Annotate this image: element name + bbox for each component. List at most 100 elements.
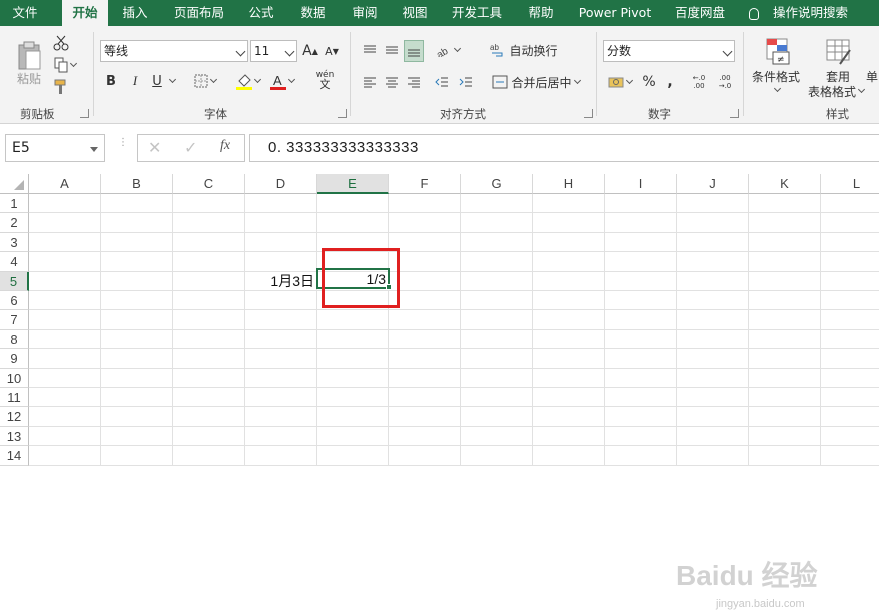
- copy-icon[interactable]: [52, 56, 78, 74]
- formula-input[interactable]: 0. 333333333333333: [249, 134, 879, 162]
- comma-style-button[interactable]: ,: [662, 72, 678, 92]
- worksheet-grid[interactable]: ABCDEFGHIJKL 1 2 3 4 5 6 7 8 9 10 11 12 13 14 1月3日 1/…: [0, 174, 879, 610]
- fill-color-button[interactable]: [234, 70, 262, 92]
- borders-button[interactable]: [192, 72, 218, 90]
- conditional-format-icon[interactable]: ≠: [752, 34, 802, 68]
- column-header-f[interactable]: F: [389, 174, 461, 194]
- currency-format-icon[interactable]: [605, 72, 635, 92]
- column-header-c[interactable]: C: [173, 174, 245, 194]
- format-painter-icon[interactable]: [52, 78, 70, 96]
- increase-decimal-button[interactable]: ←.0 .00: [688, 72, 710, 92]
- align-middle-icon[interactable]: [382, 40, 402, 60]
- tab-insert[interactable]: 插入: [112, 0, 158, 26]
- bold-button[interactable]: B: [104, 72, 118, 90]
- column-header-h[interactable]: H: [533, 174, 605, 194]
- grid-hline: [29, 425, 879, 427]
- svg-text:A: A: [273, 73, 282, 88]
- name-box[interactable]: E5: [5, 134, 105, 162]
- cell-d5[interactable]: 1月3日: [256, 271, 314, 291]
- tab-baidu-netdisk[interactable]: 百度网盘: [666, 0, 734, 26]
- font-name-select[interactable]: 等线: [100, 40, 248, 62]
- row-header-9[interactable]: 9: [0, 349, 29, 369]
- row-header-14[interactable]: 14: [0, 446, 29, 466]
- group-divider: [93, 32, 94, 116]
- formula-bar-grip-icon[interactable]: ⋮: [118, 138, 128, 155]
- tab-home[interactable]: 开始: [62, 0, 108, 27]
- percent-style-button[interactable]: %: [640, 72, 658, 92]
- wrap-text-button[interactable]: ab 自动换行: [488, 40, 560, 60]
- cell-styles-button[interactable]: 单: [866, 68, 879, 84]
- group-divider: [596, 32, 597, 116]
- font-group-label: 字体: [204, 107, 227, 121]
- italic-button[interactable]: I: [128, 72, 142, 90]
- tell-me-search[interactable]: 操作说明搜索: [749, 0, 848, 26]
- clipboard-launcher-icon[interactable]: [80, 109, 89, 118]
- select-all-corner[interactable]: [0, 174, 29, 194]
- tab-data[interactable]: 数据: [290, 0, 336, 26]
- row-header-3[interactable]: 3: [0, 232, 29, 253]
- decrease-font-icon[interactable]: A ▼: [324, 42, 340, 60]
- tab-developer[interactable]: 开发工具: [444, 0, 510, 26]
- align-right-icon[interactable]: [404, 72, 424, 92]
- tab-power-pivot[interactable]: Power Pivot: [572, 0, 658, 26]
- column-header-a[interactable]: A: [29, 174, 101, 194]
- column-header-d[interactable]: D: [245, 174, 317, 194]
- column-header-l[interactable]: L: [821, 174, 879, 194]
- font-launcher-icon[interactable]: [338, 109, 347, 118]
- underline-button[interactable]: U: [150, 72, 164, 90]
- enter-icon[interactable]: ✓: [184, 138, 197, 157]
- column-header-e[interactable]: E: [317, 174, 389, 194]
- row-header-2[interactable]: 2: [0, 213, 29, 233]
- row-header-4[interactable]: 4: [0, 252, 29, 272]
- row-header-8[interactable]: 8: [0, 329, 29, 350]
- align-bottom-icon[interactable]: [404, 40, 424, 62]
- name-box-dropdown-icon[interactable]: [90, 147, 98, 152]
- alignment-launcher-icon[interactable]: [584, 109, 593, 118]
- tab-page-layout[interactable]: 页面布局: [168, 0, 230, 26]
- font-size-select[interactable]: 11: [250, 40, 297, 62]
- row-header-10[interactable]: 10: [0, 368, 29, 388]
- increase-indent-icon[interactable]: [456, 72, 476, 92]
- cancel-icon[interactable]: ✕: [148, 138, 161, 157]
- column-header-j[interactable]: J: [677, 174, 749, 194]
- row-header-6[interactable]: 6: [0, 291, 29, 311]
- number-format-select[interactable]: 分数: [603, 40, 735, 62]
- align-top-icon[interactable]: [360, 40, 380, 60]
- conditional-format-button[interactable]: 条件格式: [748, 68, 804, 84]
- number-launcher-icon[interactable]: [730, 109, 739, 118]
- row-header-5[interactable]: 5: [0, 271, 29, 291]
- tell-me-label: 操作说明搜索: [772, 5, 848, 20]
- format-as-table-label-2[interactable]: 表格格式: [804, 83, 868, 99]
- tab-view[interactable]: 视图: [394, 0, 436, 26]
- decrease-decimal-button[interactable]: .00 →.0: [714, 72, 736, 92]
- font-color-button[interactable]: A: [268, 70, 296, 92]
- column-header-g[interactable]: G: [461, 174, 533, 194]
- merge-center-button[interactable]: 合并后居中: [488, 72, 584, 92]
- row-header-11[interactable]: 11: [0, 388, 29, 408]
- insert-function-button[interactable]: fx: [220, 138, 230, 154]
- increase-font-icon[interactable]: A ▲: [302, 42, 318, 60]
- grid-hline: [29, 290, 879, 291]
- tab-help[interactable]: 帮助: [518, 0, 564, 26]
- phonetic-button[interactable]: wén 文: [310, 68, 340, 92]
- column-header-b[interactable]: B: [101, 174, 173, 194]
- cut-icon[interactable]: [52, 34, 70, 52]
- column-header-k[interactable]: K: [749, 174, 821, 194]
- row-header-7[interactable]: 7: [0, 310, 29, 330]
- format-as-table-icon[interactable]: [818, 34, 858, 68]
- underline-dropdown-icon[interactable]: [166, 72, 177, 90]
- cond-format-dropdown-icon[interactable]: [770, 84, 782, 96]
- column-header-i[interactable]: I: [605, 174, 677, 194]
- align-left-icon[interactable]: [360, 72, 380, 92]
- tab-review[interactable]: 审阅: [342, 0, 388, 26]
- row-header-12[interactable]: 12: [0, 407, 29, 427]
- tab-file[interactable]: 文件: [0, 0, 50, 26]
- orientation-icon[interactable]: ab: [434, 40, 462, 60]
- grid-hline: [29, 367, 879, 369]
- tab-formulas[interactable]: 公式: [240, 0, 282, 26]
- align-center-icon[interactable]: [382, 72, 402, 92]
- styles-group-label: 样式: [826, 107, 849, 121]
- decrease-indent-icon[interactable]: [432, 72, 452, 92]
- row-header-13[interactable]: 13: [0, 426, 29, 447]
- row-header-1[interactable]: 1: [0, 194, 29, 214]
